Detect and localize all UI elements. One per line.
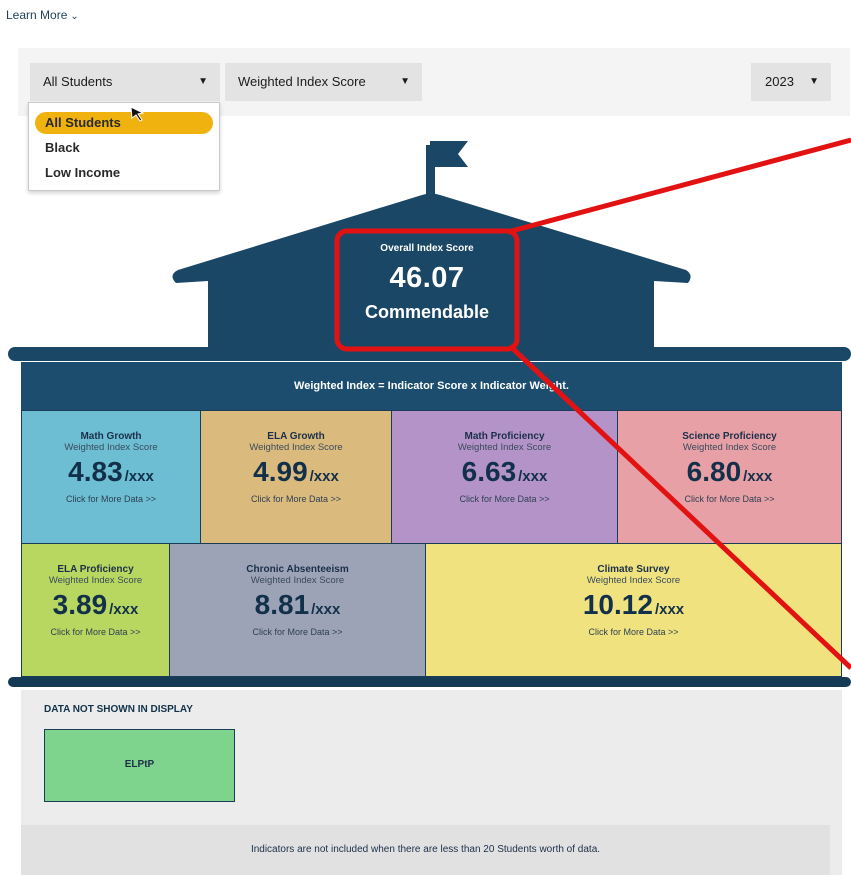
tile-score-denominator: /xxx (124, 468, 154, 485)
tile-ela-growth[interactable]: ELA Growth Weighted Index Score 4.99/xxx… (200, 410, 392, 544)
tile-climate-survey[interactable]: Climate Survey Weighted Index Score 10.1… (425, 543, 842, 677)
more-data-link[interactable]: Click for More Data >> (22, 494, 200, 504)
tile-math-proficiency[interactable]: Math Proficiency Weighted Index Score 6.… (391, 410, 618, 544)
student-group-dropdown[interactable]: All Students ▼ (30, 63, 220, 101)
flag-icon (430, 141, 468, 167)
more-data-link[interactable]: Click for More Data >> (618, 494, 841, 504)
more-data-link[interactable]: Click for More Data >> (170, 627, 425, 637)
tile-ela-proficiency[interactable]: ELA Proficiency Weighted Index Score 3.8… (21, 543, 170, 677)
house-foundation (8, 677, 851, 687)
tile-score-value: 8.81 (254, 589, 310, 620)
tile-subtitle: Weighted Index Score (682, 442, 777, 453)
student-group-selected: All Students (43, 74, 113, 89)
mouse-pointer-icon (130, 106, 145, 122)
tile-subtitle: Weighted Index Score (250, 575, 345, 586)
menu-option-black[interactable]: Black (35, 137, 213, 159)
data-not-shown-title: DATA NOT SHOWN IN DISPLAY (44, 704, 193, 715)
chevron-down-icon: ⌄ (70, 11, 79, 22)
tile-score-denominator: /xxx (518, 468, 548, 485)
tile-title: Chronic Absenteeism (246, 564, 349, 575)
tile-score: 4.83/xxx (22, 456, 200, 488)
tile-math-growth[interactable]: Math Growth Weighted Index Score 4.83/xx… (21, 410, 201, 544)
tile-score-denominator: /xxx (654, 601, 685, 618)
tile-score-denominator: /xxx (109, 601, 139, 618)
metric-selected: Weighted Index Score (238, 74, 366, 89)
overall-score-rating: Commendable (364, 302, 490, 322)
learn-more-label: Learn More (6, 8, 68, 22)
data-not-shown-section: DATA NOT SHOWN IN DISPLAY ELPtP Indicato… (21, 690, 842, 875)
house-eave (8, 347, 851, 361)
tile-score-value: 6.63 (461, 456, 517, 487)
tile-score-value: 4.83 (68, 456, 123, 487)
tile-title: ELA Growth (267, 431, 325, 442)
learn-more-link[interactable]: Learn More ⌄ (6, 8, 79, 22)
more-data-link[interactable]: Click for More Data >> (392, 494, 617, 504)
tile-elptp[interactable]: ELPtP (44, 729, 235, 802)
more-data-link[interactable]: Click for More Data >> (22, 627, 169, 637)
tile-score: 8.81/xxx (170, 589, 425, 621)
tile-subtitle: Weighted Index Score (249, 442, 343, 453)
tile-subtitle: Weighted Index Score (48, 575, 143, 586)
tile-subtitle: Weighted Index Score (586, 575, 681, 586)
overall-score-value: 46.07 (389, 262, 465, 294)
tile-score: 6.80/xxx (618, 456, 841, 488)
tile-score-denominator: /xxx (311, 601, 341, 618)
tile-subtitle: Weighted Index Score (457, 442, 552, 453)
caret-down-icon: ▼ (809, 76, 819, 87)
year-dropdown[interactable]: 2023 ▼ (751, 63, 831, 101)
caret-down-icon: ▼ (400, 76, 410, 87)
tile-score: 10.12/xxx (426, 589, 841, 621)
tile-score: 4.99/xxx (201, 456, 391, 488)
tile-science-proficiency[interactable]: Science Proficiency Weighted Index Score… (617, 410, 842, 544)
tile-title: Climate Survey (597, 564, 670, 575)
tile-score: 6.63/xxx (392, 456, 617, 488)
caret-down-icon: ▼ (198, 76, 208, 87)
menu-option-all-students[interactable]: All Students (35, 112, 213, 134)
student-group-menu: All Students Black Low Income (28, 102, 220, 191)
metric-dropdown[interactable]: Weighted Index Score ▼ (225, 63, 422, 101)
overall-score-label: Overall Index Score (380, 243, 474, 254)
tile-score-value: 3.89 (52, 589, 108, 620)
tile-score-denominator: /xxx (309, 468, 339, 485)
tile-title: Math Proficiency (464, 431, 545, 442)
tile-subtitle: Weighted Index Score (64, 442, 158, 453)
tile-score-value: 10.12 (582, 589, 653, 620)
tile-score-denominator: /xxx (743, 468, 773, 485)
tile-title: Science Proficiency (682, 431, 777, 442)
tile-score-value: 6.80 (686, 456, 742, 487)
weighted-index-banner: Weighted Index = Indicator Score x Indic… (21, 362, 842, 410)
tile-score-value: 4.99 (253, 456, 308, 487)
tile-score: 3.89/xxx (22, 589, 169, 621)
year-selected: 2023 (765, 74, 794, 89)
more-data-link[interactable]: Click for More Data >> (201, 494, 391, 504)
overall-score-panel: Overall Index Score 46.07 Commendable (336, 230, 518, 348)
tile-title: ELA Proficiency (57, 564, 134, 575)
footer-note: Indicators are not included when there a… (21, 825, 830, 875)
more-data-link[interactable]: Click for More Data >> (426, 627, 841, 637)
tile-chronic-absenteeism[interactable]: Chronic Absenteeism Weighted Index Score… (169, 543, 426, 677)
tile-title: Math Growth (80, 431, 142, 442)
menu-option-low-income[interactable]: Low Income (35, 162, 213, 184)
